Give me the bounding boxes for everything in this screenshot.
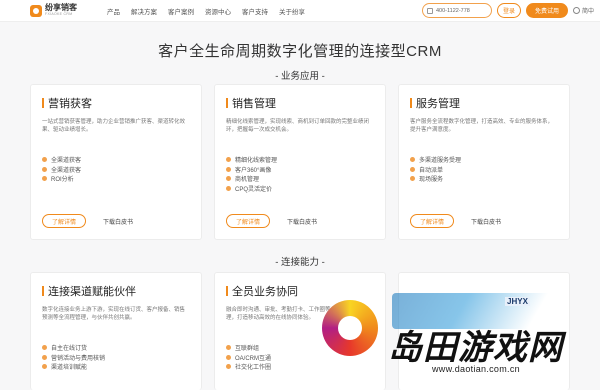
card-title: 营销获客 bbox=[48, 98, 92, 110]
menu-item-products[interactable]: 产品 bbox=[107, 6, 120, 16]
menu-item-resources[interactable]: 资源中心 bbox=[205, 6, 231, 16]
card-title: 连接渠道赋能伙伴 bbox=[48, 286, 136, 298]
list-item: 自主在线订货 bbox=[42, 343, 190, 353]
menu-item-about[interactable]: 关于纷享 bbox=[279, 6, 305, 16]
list-item: 客户360°画像 bbox=[226, 165, 374, 175]
check-icon bbox=[42, 354, 47, 360]
top-nav: 纷享销客 FXIAOKE CRM 产品 解决方案 客户案例 资源中心 客户支持 … bbox=[0, 0, 600, 22]
logo-name: 纷享销客 bbox=[45, 3, 77, 13]
menu-item-cases[interactable]: 客户案例 bbox=[168, 6, 194, 16]
globe-icon bbox=[572, 7, 580, 14]
learn-more-button[interactable]: 了解详情 bbox=[226, 214, 270, 228]
card-description: 数字化连接业务上游下游，实现在线订货、客户报备、销售预测等全流程管理，与伙伴共创… bbox=[42, 307, 186, 321]
check-icon bbox=[42, 345, 47, 351]
feature-list: 多渠道服务受理 自动派单 现场服务 bbox=[410, 155, 558, 184]
card-service: 服务管理 客户服务全流程数字化管理，打造高效、专业的服务体系，提升客户满意度。 … bbox=[398, 84, 570, 240]
download-whitepaper-button[interactable]: 下载白皮书 bbox=[462, 214, 510, 228]
section-title-business: - 业务应用 - bbox=[275, 71, 325, 82]
title-accent-bar bbox=[226, 286, 228, 296]
card-description: 客户服务全流程数字化管理，打造高效、专业的服务体系，提升客户满意度。 bbox=[410, 119, 554, 133]
list-item: 商机管理 bbox=[226, 174, 374, 184]
list-item: 社交化工作圈 bbox=[226, 362, 374, 372]
card-description: 精细化线索管理，实现线索、商机到订单回款的完整业绩闭环，把握每一次成交机会。 bbox=[226, 119, 370, 133]
list-item: 全渠道获客 bbox=[42, 165, 190, 175]
main-menu: 产品 解决方案 客户案例 资源中心 客户支持 关于纷享 bbox=[107, 6, 305, 16]
title-accent-bar bbox=[42, 98, 44, 108]
card-description: 一站式营销获客管理，助力企业营销推广获客、渠道转化效果、驱动业绩增长。 bbox=[42, 119, 186, 133]
watermark-brand: 岛田游戏网 bbox=[388, 329, 563, 367]
check-icon bbox=[226, 185, 231, 191]
check-icon bbox=[410, 176, 415, 182]
check-icon bbox=[226, 166, 231, 172]
check-icon bbox=[42, 176, 47, 182]
menu-item-support[interactable]: 客户支持 bbox=[242, 6, 268, 16]
list-item: 全渠道获客 bbox=[42, 155, 190, 165]
check-icon bbox=[226, 364, 231, 370]
list-item: 营销活动与费用核销 bbox=[42, 353, 190, 363]
nav-actions: 400-1122-778 登录 免费试用 简中 bbox=[421, 3, 594, 18]
section-title-connect: - 连接能力 - bbox=[275, 257, 325, 268]
list-item: 渠道培训赋能 bbox=[42, 362, 190, 372]
download-whitepaper-button[interactable]: 下载白皮书 bbox=[94, 214, 142, 228]
feature-list: 自主在线订货 营销活动与费用核销 渠道培训赋能 bbox=[42, 343, 190, 372]
card-sales: 销售管理 精细化线索管理，实现线索、商机到订单回款的完整业绩闭环，把握每一次成交… bbox=[214, 84, 386, 240]
title-accent-bar bbox=[226, 98, 228, 108]
watermark-logo-icon bbox=[322, 300, 378, 356]
list-item: 自动派单 bbox=[410, 165, 558, 175]
learn-more-button[interactable]: 了解详情 bbox=[410, 214, 454, 228]
logo-subtitle: FXIAOKE CRM bbox=[45, 12, 73, 17]
menu-item-solutions[interactable]: 解决方案 bbox=[131, 6, 157, 16]
free-trial-button[interactable]: 免费试用 bbox=[525, 3, 568, 18]
check-icon bbox=[410, 157, 415, 163]
list-item: 现场服务 bbox=[410, 174, 558, 184]
check-icon bbox=[42, 166, 47, 172]
download-whitepaper-button[interactable]: 下载白皮书 bbox=[278, 214, 326, 228]
feature-list: 全渠道获客 全渠道获客 ROI分析 bbox=[42, 155, 190, 184]
title-accent-bar bbox=[42, 286, 44, 296]
logo[interactable]: 纷享销客 FXIAOKE CRM bbox=[30, 4, 98, 17]
learn-more-button[interactable]: 了解详情 bbox=[42, 214, 86, 228]
phone-contact[interactable]: 400-1122-778 bbox=[421, 3, 492, 18]
check-icon bbox=[410, 166, 415, 172]
page-title: 客户全生命周期数字化管理的连接型CRM bbox=[158, 43, 442, 60]
feature-list: 精细化线索管理 客户360°画像 商机管理 CPQ灵活定价 bbox=[226, 155, 374, 193]
phone-icon bbox=[426, 7, 433, 14]
card-title: 销售管理 bbox=[232, 98, 276, 110]
card-marketing: 营销获客 一站式营销获客管理，助力企业营销推广获客、渠道转化效果、驱动业绩增长。… bbox=[30, 84, 202, 240]
card-title: 全员业务协同 bbox=[232, 286, 298, 298]
check-icon bbox=[226, 157, 231, 163]
list-item: 多渠道服务受理 bbox=[410, 155, 558, 165]
watermark-url: www.daotian.com.cn bbox=[432, 364, 520, 374]
card-channel: 连接渠道赋能伙伴 数字化连接业务上游下游，实现在线订货、客户报备、销售预测等全流… bbox=[30, 272, 202, 390]
list-item: ROI分析 bbox=[42, 174, 190, 184]
check-icon bbox=[226, 345, 231, 351]
check-icon bbox=[226, 354, 231, 360]
title-accent-bar bbox=[410, 98, 412, 108]
watermark-tag: JHYX bbox=[505, 297, 530, 306]
card-title: 服务管理 bbox=[416, 98, 460, 110]
check-icon bbox=[42, 157, 47, 163]
logo-icon bbox=[30, 4, 42, 17]
login-button[interactable]: 登录 bbox=[496, 3, 521, 18]
check-icon bbox=[226, 176, 231, 182]
phone-number: 400-1122-778 bbox=[435, 7, 470, 14]
language-switch[interactable]: 简中 bbox=[572, 6, 594, 15]
language-label: 简中 bbox=[581, 9, 594, 15]
check-icon bbox=[42, 364, 47, 370]
list-item: 精细化线索管理 bbox=[226, 155, 374, 165]
list-item: CPQ灵活定价 bbox=[226, 184, 374, 194]
